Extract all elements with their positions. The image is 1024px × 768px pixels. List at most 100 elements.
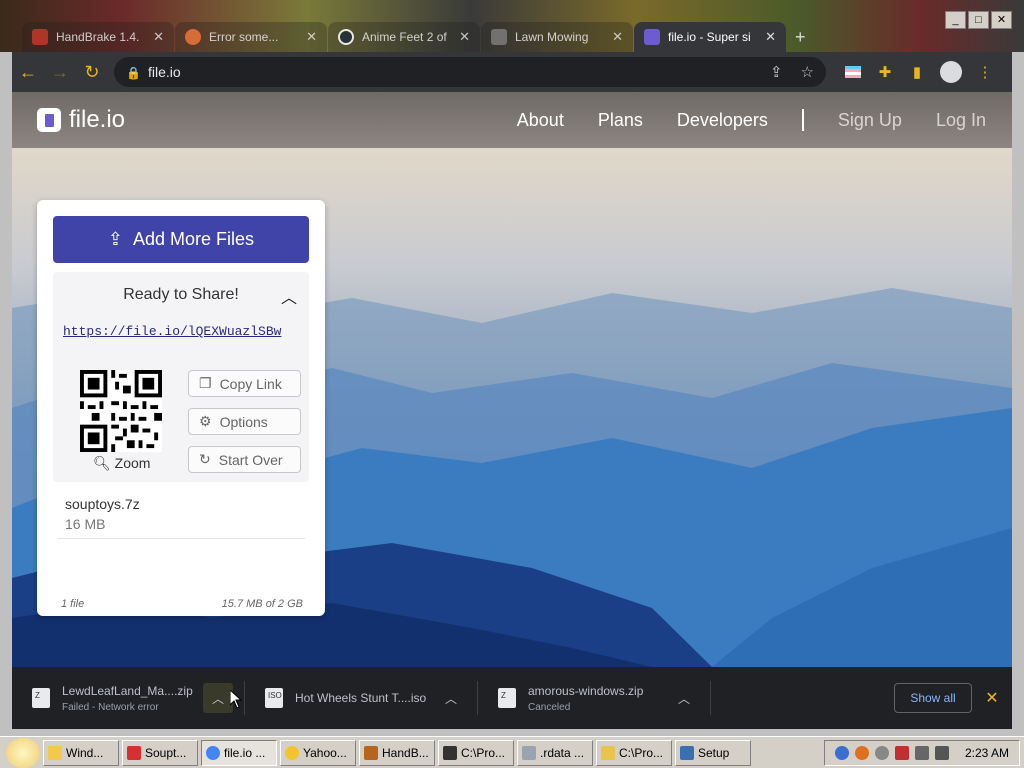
storage-quota: 15.7 MB of 2 GB	[221, 598, 303, 610]
flag-extension-icon[interactable]	[844, 63, 862, 81]
taskbar-button[interactable]: C:\Pro...	[596, 739, 672, 766]
search-tray-icon[interactable]	[854, 745, 869, 760]
profile-avatar-icon[interactable]	[940, 61, 962, 83]
options-button[interactable]: ⚙ Options	[188, 408, 301, 435]
nav-about-link[interactable]: About	[517, 110, 564, 131]
tab-lawn[interactable]: Lawn Mowing ✕	[481, 22, 633, 52]
bookmark-star-icon[interactable]: ☆	[801, 63, 814, 81]
chrome-icon	[206, 745, 220, 760]
log-in-link[interactable]: Log In	[936, 110, 986, 131]
sidebar-toggle-icon[interactable]: ▮	[908, 63, 926, 81]
close-window-icon[interactable]: ✕	[991, 11, 1012, 29]
download-status: Canceled	[528, 701, 571, 713]
divider	[57, 538, 305, 539]
folder-icon	[601, 745, 615, 760]
options-label: Options	[219, 413, 268, 430]
tab-fileio[interactable]: file.io - Super si ✕	[634, 22, 786, 52]
nav-developers-link[interactable]: Developers	[677, 110, 768, 131]
share-link[interactable]: https://file.io/lQEXWuazlSBw	[63, 324, 299, 339]
upload-icon: ⇪	[107, 229, 124, 249]
fileio-logo[interactable]: file.io	[37, 106, 125, 134]
minimize-icon[interactable]: _	[945, 11, 966, 29]
error-favicon-icon	[185, 29, 201, 45]
sign-up-link[interactable]: Sign Up	[838, 110, 902, 131]
copy-icon: ❐	[199, 375, 212, 391]
file-size: 16 MB	[65, 516, 106, 532]
chevron-up-icon[interactable]: ︿	[669, 683, 699, 713]
security-tray-icon[interactable]	[894, 745, 909, 760]
fileio-logo-icon	[37, 108, 61, 132]
qr-code-image	[80, 370, 162, 452]
taskbar-button[interactable]: .rdata ...	[517, 739, 593, 766]
reload-icon[interactable]: ↻	[76, 62, 108, 83]
tab-title: Anime Feet 2 of	[362, 30, 447, 44]
tab-title: HandBrake 1.4.	[56, 30, 140, 44]
display-tray-icon[interactable]	[914, 745, 929, 760]
start-over-button[interactable]: ↻ Start Over	[188, 446, 301, 473]
browser-toolbar: ← → ↻ 🔒 file.io ⇪ ☆ ✚ ▮ ⋮	[12, 52, 1012, 92]
zoom-qr-button[interactable]: 🔍︎ Zoom	[93, 455, 150, 472]
status-tray-icon[interactable]	[874, 745, 889, 760]
system-tray: 2:23 AM	[823, 739, 1020, 766]
close-tab-icon[interactable]: ✕	[612, 29, 623, 45]
taskbar: Wind... Soupt... file.io ... Yahoo... Ha…	[0, 736, 1024, 768]
download-item[interactable]: ISO Hot Wheels Stunt T....iso ︿	[245, 667, 478, 729]
taskbar-button[interactable]: Setup	[675, 739, 751, 766]
address-bar[interactable]: 🔒 file.io ⇪ ☆	[114, 57, 826, 87]
url-text: file.io	[148, 64, 181, 80]
copy-link-label: Copy Link	[219, 375, 282, 392]
volume-icon[interactable]	[934, 745, 949, 760]
tab-title: Error some...	[209, 30, 279, 44]
kebab-menu-icon[interactable]: ⋮	[976, 63, 994, 81]
copy-link-button[interactable]: ❐ Copy Link	[188, 370, 301, 397]
download-item[interactable]: Z LewdLeafLand_Ma....zip Failed - Networ…	[12, 667, 245, 729]
site-header: file.io About Plans Developers Sign Up L…	[12, 92, 1012, 148]
clock[interactable]: 2:23 AM	[965, 746, 1009, 760]
forward-arrow-icon[interactable]: →	[44, 62, 76, 83]
maximize-icon[interactable]: □	[968, 11, 989, 29]
chevron-up-icon[interactable]: ︿	[281, 284, 297, 308]
file-name: souptoys.7z	[65, 496, 140, 512]
add-more-files-button[interactable]: ⇪ Add More Files	[53, 216, 309, 263]
share-icon[interactable]: ⇪	[770, 63, 783, 81]
start-over-label: Start Over	[218, 451, 283, 468]
share-panel-header[interactable]: Ready to Share! ︿	[53, 272, 309, 318]
network-globe-icon[interactable]	[834, 745, 849, 760]
tab-steam[interactable]: Anime Feet 2 of ✕	[328, 22, 480, 52]
file-count: 1 file	[61, 598, 85, 610]
taskbar-button[interactable]: HandB...	[359, 739, 435, 766]
taskbar-button[interactable]: Yahoo...	[280, 739, 356, 766]
share-title: Ready to Share!	[123, 286, 239, 303]
close-tab-icon[interactable]: ✕	[459, 29, 470, 45]
chevron-up-icon[interactable]: ︿	[436, 683, 466, 713]
show-all-button[interactable]: Show all	[894, 683, 972, 713]
site-nav: About Plans Developers Sign Up Log In	[483, 109, 986, 131]
chevron-up-icon[interactable]: ︿	[203, 683, 233, 713]
notepad-icon	[522, 745, 536, 760]
tab-handbrake[interactable]: HandBrake 1.4. ✕	[22, 22, 174, 52]
document-favicon-icon	[491, 29, 507, 45]
taskbar-button[interactable]: Wind...	[43, 739, 119, 766]
iso-file-icon: ISO	[265, 688, 283, 708]
folder-icon	[48, 745, 62, 760]
tab-error[interactable]: Error some... ✕	[175, 22, 327, 52]
download-item[interactable]: Z amorous-windows.zip Canceled ︿	[478, 667, 711, 729]
yahoo-icon	[285, 745, 299, 760]
puzzle-extensions-icon[interactable]: ✚	[876, 63, 894, 81]
close-icon[interactable]: ✕	[972, 688, 1012, 708]
taskbar-button[interactable]: Soupt...	[122, 739, 198, 766]
nav-plans-link[interactable]: Plans	[598, 110, 643, 131]
taskbar-button[interactable]: file.io ...	[201, 739, 277, 766]
close-tab-icon[interactable]: ✕	[306, 29, 317, 45]
start-button[interactable]	[6, 737, 40, 768]
zip-file-icon: Z	[498, 688, 516, 708]
close-tab-icon[interactable]: ✕	[153, 29, 164, 45]
extension-area: ✚ ▮ ⋮	[844, 61, 994, 83]
handbrake-icon	[364, 745, 378, 760]
close-tab-icon[interactable]: ✕	[765, 29, 776, 45]
window-controls: _ □ ✕	[945, 11, 1012, 29]
taskbar-button[interactable]: C:\Pro...	[438, 739, 514, 766]
new-tab-button[interactable]: +	[795, 22, 806, 52]
logo-text: file.io	[69, 106, 126, 133]
back-arrow-icon[interactable]: ←	[12, 62, 44, 83]
